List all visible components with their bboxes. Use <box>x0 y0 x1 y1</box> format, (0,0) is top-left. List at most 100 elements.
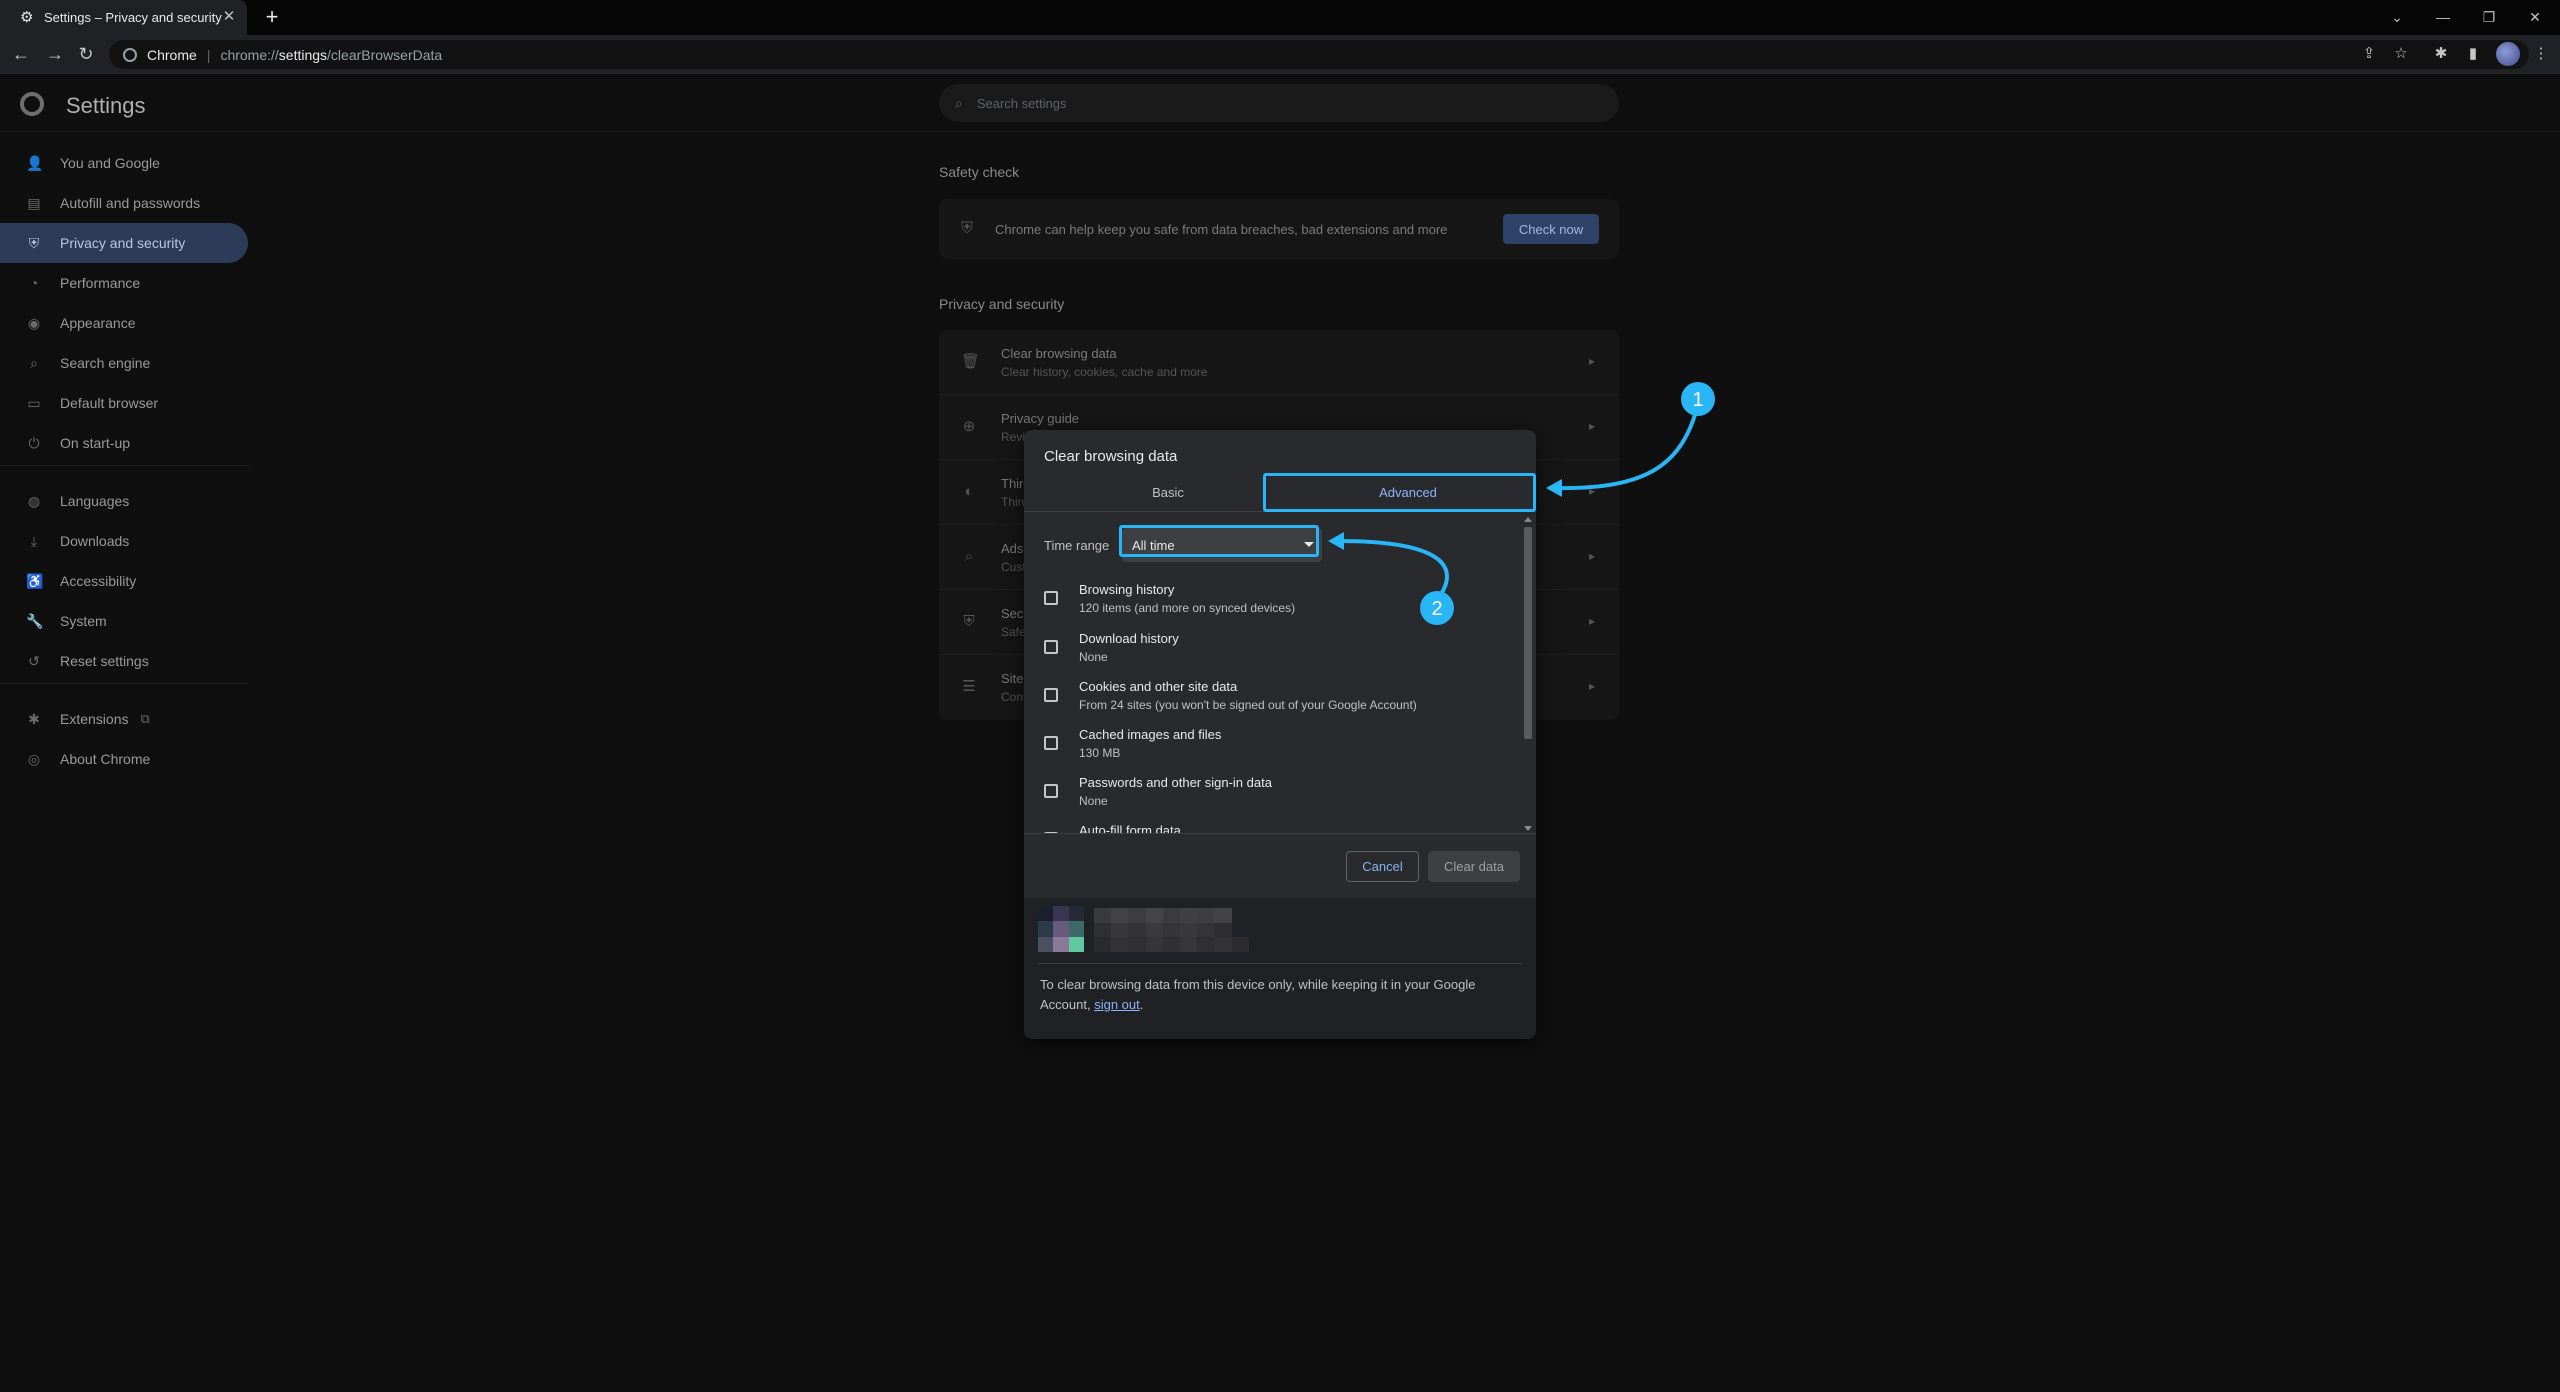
extensions-puzzle-icon[interactable]: ✱ <box>2430 43 2452 65</box>
sidebar-item-label: Autofill and passwords <box>60 195 201 211</box>
clear-data-button[interactable]: Clear data <box>1428 851 1520 882</box>
sidebar-item-you-and-google[interactable]: 👤 You and Google <box>0 143 250 183</box>
chrome-logo-icon <box>123 47 137 62</box>
checkbox[interactable] <box>1044 784 1058 798</box>
sidebar-item-on-startup[interactable]: ⏻ On start-up <box>0 423 250 463</box>
sidebar-item-extensions[interactable]: ✱ Extensions ⧉ <box>0 699 250 739</box>
safety-check-text: Chrome can help keep you safe from data … <box>995 221 1448 237</box>
menu-kebab-icon[interactable]: ⋮ <box>2530 43 2552 65</box>
reset-icon: ↺ <box>28 653 40 669</box>
privacy-heading: Privacy and security <box>939 296 1065 312</box>
safety-check-card: ⛨ Chrome can help keep you safe from dat… <box>939 199 1619 259</box>
close-icon[interactable]: ✕ <box>221 9 237 25</box>
search-input[interactable]: ⌕ Search settings <box>939 84 1619 122</box>
time-range-label: Time range <box>1044 538 1110 553</box>
sidebar-item-search-engine[interactable]: ⌕ Search engine <box>0 343 250 383</box>
sidebar-item-label: About Chrome <box>60 751 151 767</box>
option-title: Auto-fill form data <box>1079 823 1181 833</box>
option-subtitle: 120 items (and more on synced devices) <box>1079 601 1296 615</box>
check-now-button[interactable]: Check now <box>1503 214 1599 244</box>
sidebar-item-label: Performance <box>60 275 141 291</box>
share-icon[interactable]: ⇪ <box>2358 43 2380 65</box>
option-download-history[interactable]: Download history None <box>1024 626 1524 674</box>
row-subtitle: Clear history, cookies, cache and more <box>1001 364 1208 379</box>
safety-check-heading: Safety check <box>939 164 1020 180</box>
sidebar-item-performance[interactable]: ◔ Performance <box>0 263 250 303</box>
chevron-right-icon: ▸ <box>1588 484 1595 498</box>
sidebar-item-appearance[interactable]: ◉ Appearance <box>0 303 250 343</box>
sidebar-item-label: Languages <box>60 493 130 509</box>
profile-avatar[interactable] <box>2496 42 2520 66</box>
security-shield-icon: ⛨ <box>963 613 975 630</box>
checkbox[interactable] <box>1044 736 1058 750</box>
sidebar-item-languages[interactable]: ◍ Languages <box>0 481 250 521</box>
sidebar-divider <box>0 683 250 699</box>
scrollbar-thumb[interactable] <box>1524 527 1532 739</box>
option-cached-images[interactable]: Cached images and files 130 MB <box>1024 722 1524 770</box>
sidebar-item-downloads[interactable]: ⤓ Downloads <box>0 521 250 561</box>
privacy-row-clear-browsing-data[interactable]: 🗑 Clear browsing data Clear history, cook… <box>939 330 1619 395</box>
minimize-icon[interactable]: — <box>2432 6 2454 28</box>
checkbox[interactable] <box>1044 591 1058 605</box>
new-tab-button[interactable]: + <box>261 6 283 28</box>
option-title: Cookies and other site data <box>1079 679 1238 694</box>
sidebar-item-about[interactable]: ◎ About Chrome <box>0 739 250 779</box>
tab-basic[interactable]: Basic <box>1048 472 1288 512</box>
sidebar-item-privacy[interactable]: ⛨ Privacy and security <box>0 223 248 263</box>
time-range-value: All time <box>1132 537 1175 553</box>
sign-out-link[interactable]: sign out <box>1094 997 1140 1012</box>
sidebar-item-system[interactable]: 🔧 System <box>0 601 250 641</box>
footer-text: To clear browsing data from this device … <box>1040 975 1520 1015</box>
account-avatar-pixelated <box>1038 906 1084 952</box>
restore-icon[interactable]: ❐ <box>2478 6 2500 28</box>
side-panel-icon[interactable]: ▮ <box>2462 43 2484 65</box>
scroll-down-icon[interactable] <box>1524 826 1532 831</box>
tab-search-icon[interactable]: ⌄ <box>2386 6 2408 28</box>
scroll-up-icon[interactable] <box>1524 517 1532 522</box>
search-placeholder: Search settings <box>976 95 1067 111</box>
tab-strip: ⚙ Settings – Privacy and security ✕ + ⌄ … <box>0 0 2560 35</box>
option-title: Browsing history <box>1079 582 1175 597</box>
account-info-pixelated <box>1094 908 1266 952</box>
cancel-button[interactable]: Cancel <box>1346 851 1419 882</box>
tab-active-indicator <box>1288 509 1528 512</box>
settings-header: Settings ⌕ Search settings <box>0 75 2560 132</box>
dialog-tabs: Basic Advanced <box>1024 472 1536 512</box>
option-browsing-history[interactable]: Browsing history 120 items (and more on … <box>1024 577 1524 625</box>
reload-icon[interactable]: ↻ <box>75 43 97 65</box>
sidebar-item-label: Reset settings <box>60 653 149 669</box>
checkbox[interactable] <box>1044 640 1058 654</box>
sidebar-item-default-browser[interactable]: ▭ Default browser <box>0 383 250 423</box>
sidebar-item-label: Privacy and security <box>60 235 186 251</box>
clear-browsing-data-dialog: Clear browsing data Basic Advanced Time … <box>1024 430 1536 1039</box>
option-cookies[interactable]: Cookies and other site data From 24 site… <box>1024 674 1524 722</box>
option-passwords[interactable]: Passwords and other sign-in data None <box>1024 770 1524 818</box>
option-subtitle: None <box>1079 794 1108 808</box>
browser-tab[interactable]: ⚙ Settings – Privacy and security ✕ <box>0 0 247 35</box>
sidebar-item-accessibility[interactable]: ♿ Accessibility <box>0 561 250 601</box>
option-autofill[interactable]: Auto-fill form data <box>1024 818 1524 833</box>
sidebar-item-label: On start-up <box>60 435 131 451</box>
tab-advanced[interactable]: Advanced <box>1288 472 1528 512</box>
dialog-actions: Cancel Clear data <box>1024 833 1536 898</box>
option-title: Cached images and files <box>1079 727 1222 742</box>
address-bar[interactable]: Chrome | chrome://settings/clearBrowserD… <box>109 40 2529 69</box>
tab-title: Settings – Privacy and security <box>44 10 222 25</box>
checkbox[interactable] <box>1044 688 1058 702</box>
puzzle-icon: ✱ <box>28 711 40 727</box>
search-icon: ⌕ <box>955 94 963 111</box>
ads-icon: ⌕ <box>964 548 974 565</box>
option-title: Download history <box>1079 631 1179 646</box>
back-icon[interactable]: ← <box>10 43 32 65</box>
time-range-select[interactable]: All time <box>1122 528 1322 562</box>
sidebar-item-label: Extensions <box>60 711 129 727</box>
bookmark-star-icon[interactable]: ☆ <box>2390 43 2412 65</box>
trash-icon: 🗑 <box>961 353 981 370</box>
forward-icon[interactable]: → <box>44 43 66 65</box>
dialog-scrollbar[interactable] <box>1522 513 1534 833</box>
sidebar-item-label: Default browser <box>60 395 159 411</box>
window-close-icon[interactable]: ✕ <box>2524 6 2546 28</box>
url-host: chrome:// <box>220 46 279 63</box>
sidebar-item-autofill[interactable]: ▤ Autofill and passwords <box>0 183 250 223</box>
sidebar-item-reset[interactable]: ↺ Reset settings <box>0 641 250 681</box>
